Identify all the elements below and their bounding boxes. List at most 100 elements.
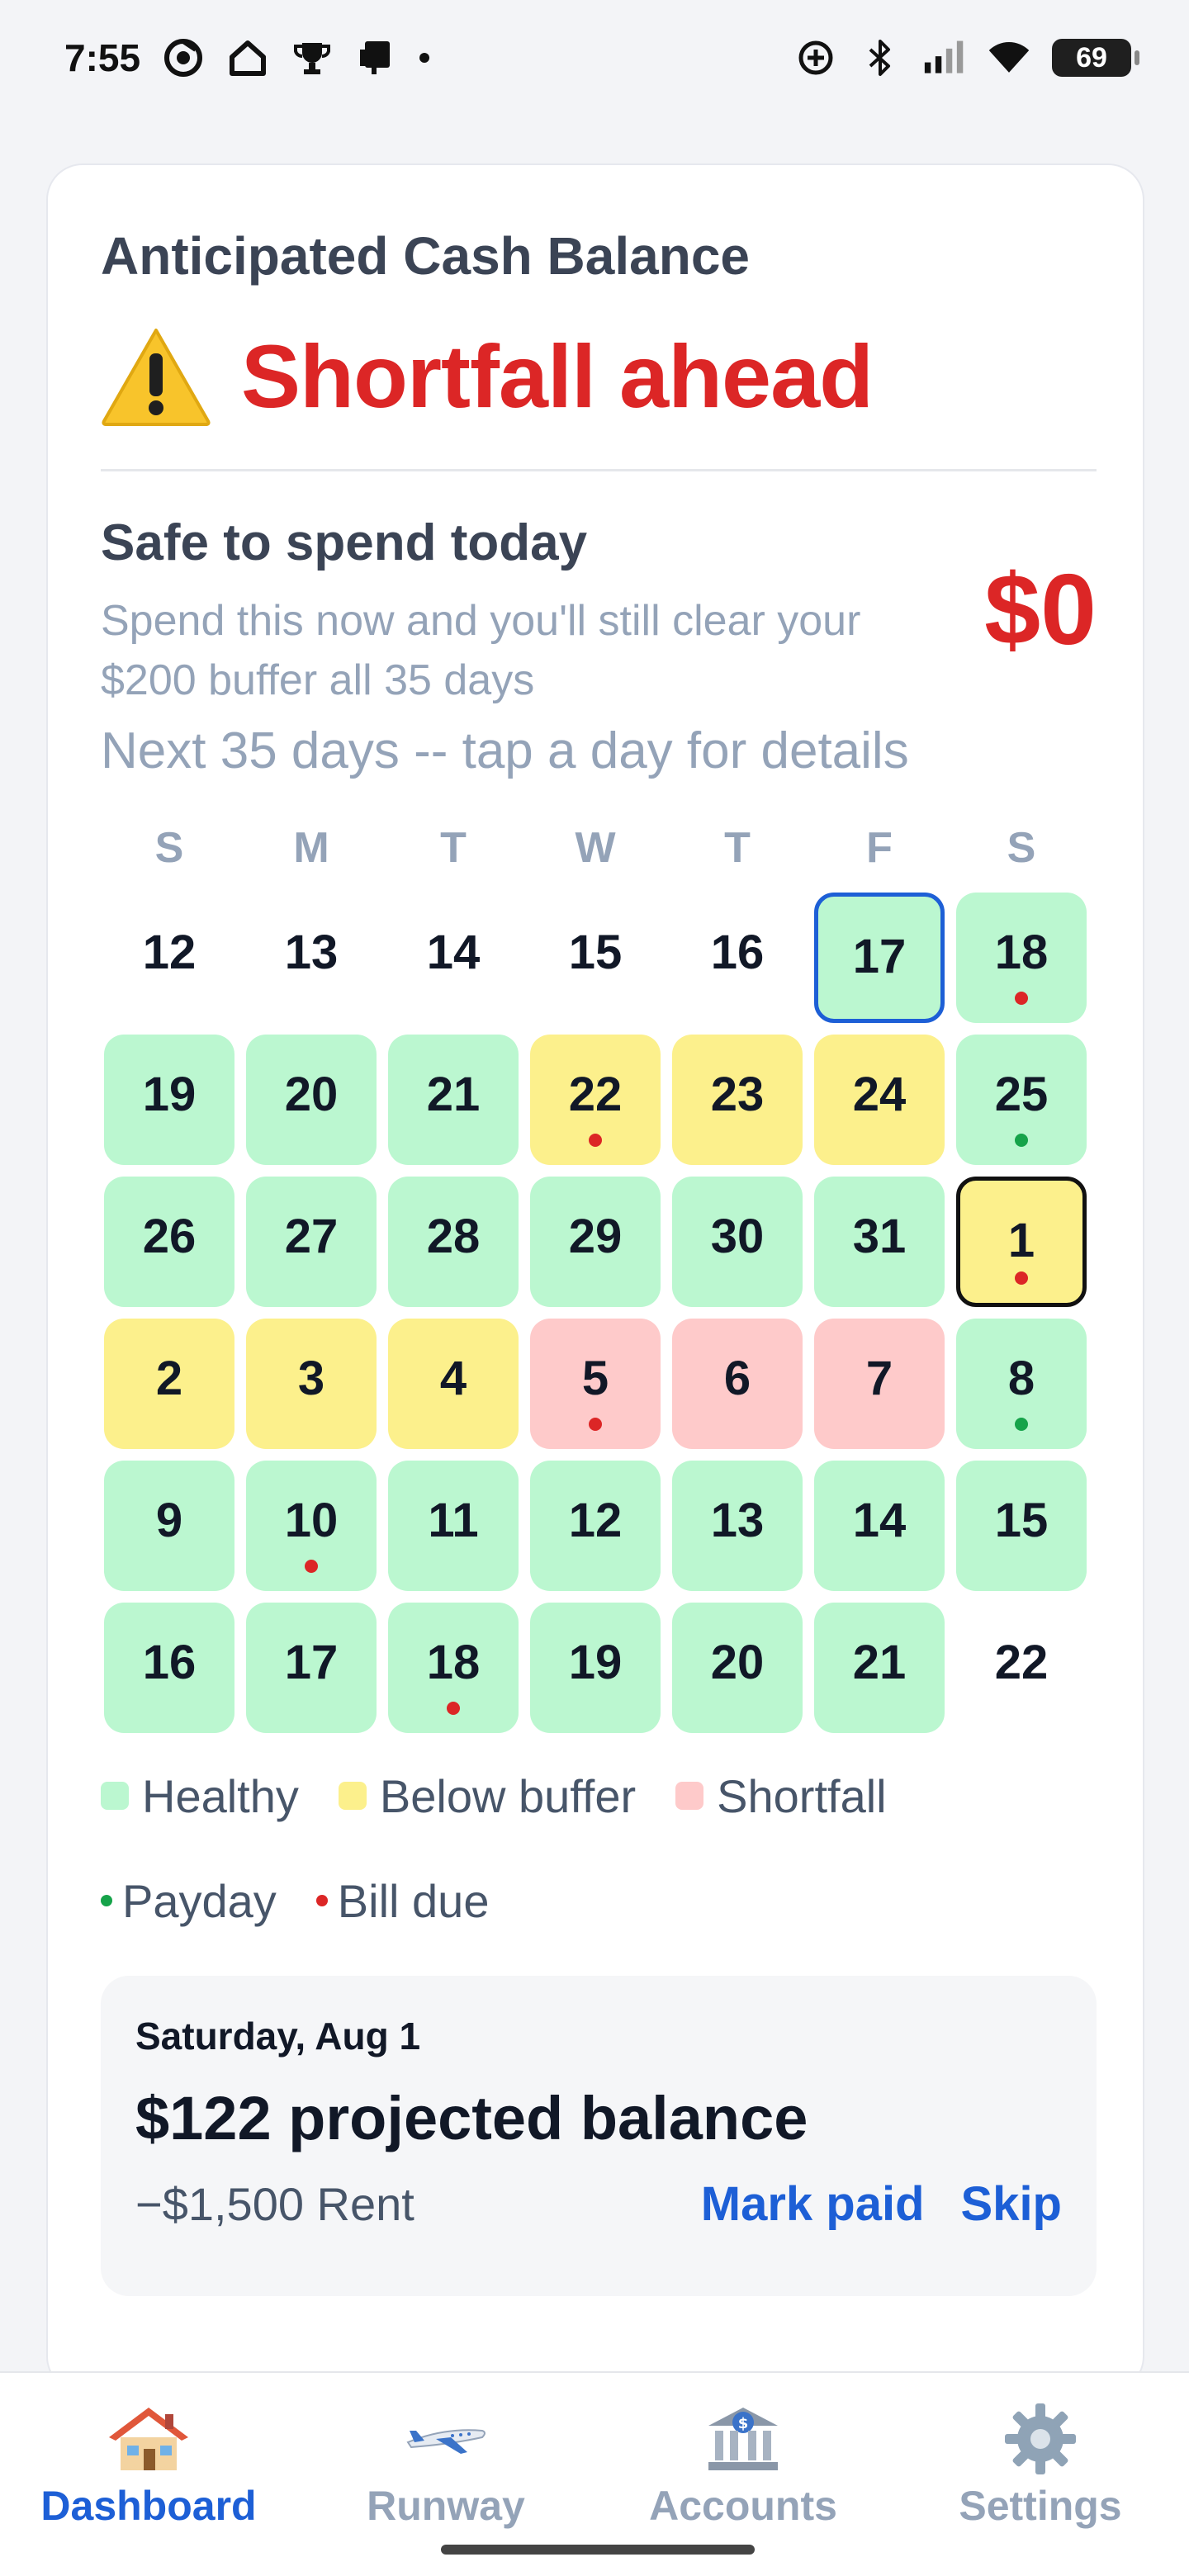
day-number: 28 — [426, 1209, 481, 1263]
calendar-day[interactable]: 16 — [104, 1602, 234, 1733]
day-number: 5 — [581, 1351, 609, 1405]
weekday-label: F — [866, 823, 893, 872]
day-number: 19 — [142, 1067, 197, 1121]
calendar-day[interactable]: 10 — [246, 1460, 377, 1591]
nav-runway-label: Runway — [367, 2483, 525, 2529]
safe-to-spend-amount: $0 — [984, 553, 1097, 665]
calendar-day[interactable]: 27 — [246, 1176, 377, 1307]
payday-dot-icon — [1015, 1417, 1028, 1431]
calendar-day[interactable]: 12 — [530, 1460, 661, 1591]
calendar-day[interactable]: 21 — [814, 1602, 945, 1733]
calendar-day[interactable]: 18 — [956, 892, 1087, 1023]
calendar-day[interactable]: 31 — [814, 1176, 945, 1307]
day-number: 19 — [568, 1635, 623, 1689]
nav-dashboard-label: Dashboard — [40, 2483, 257, 2529]
safe-to-spend-row: Safe to spend today Spend this now and y… — [101, 518, 1097, 711]
weekday-label: M — [293, 823, 329, 872]
calendar-day[interactable]: 8 — [956, 1318, 1087, 1449]
day-number: 14 — [852, 1493, 907, 1547]
calendar-day[interactable]: 15 — [530, 893, 661, 1023]
calendar-day[interactable]: 26 — [104, 1176, 234, 1307]
day-number: 12 — [142, 925, 197, 979]
status-legend: Healthy Below buffer Shortfall — [101, 1769, 1090, 1823]
calendar-day[interactable]: 5 — [530, 1318, 661, 1449]
day-number: 29 — [568, 1209, 623, 1263]
calendar-day[interactable]: 22 — [956, 1603, 1087, 1733]
day-number: 4 — [439, 1351, 467, 1405]
calendar-day[interactable]: 16 — [672, 893, 803, 1023]
day-number: 22 — [994, 1635, 1049, 1689]
calendar-day[interactable]: 3 — [246, 1318, 377, 1449]
calendar-day[interactable]: 6 — [672, 1318, 803, 1449]
calendar-day[interactable]: 9 — [104, 1460, 234, 1591]
day-number: 20 — [284, 1067, 339, 1121]
day-number: 26 — [142, 1209, 197, 1263]
calendar-day-today[interactable]: 17 — [814, 892, 945, 1023]
calendar-day[interactable]: 7 — [814, 1318, 945, 1449]
calendar-day[interactable]: 19 — [530, 1602, 661, 1733]
calendar-day[interactable]: 13 — [246, 893, 377, 1023]
nav-settings[interactable]: Settings — [892, 2373, 1189, 2576]
day-number: 25 — [994, 1067, 1049, 1121]
day-number: 20 — [710, 1635, 765, 1689]
wifi-icon — [988, 36, 1030, 79]
calendar-day[interactable]: 18 — [388, 1602, 519, 1733]
calendar-day[interactable]: 21 — [388, 1034, 519, 1165]
bill-dot-icon — [315, 1895, 328, 1906]
weekday-label: S — [154, 823, 184, 872]
calendar-day[interactable]: 28 — [388, 1176, 519, 1307]
bluetooth-icon — [859, 36, 902, 79]
weekday-label: T — [724, 823, 751, 872]
status-bar: 7:55 69 — [0, 0, 1189, 116]
detail-bill-row: −$1,500 Rent Mark paid Skip — [135, 2176, 1062, 2232]
calendar-day[interactable]: 20 — [246, 1034, 377, 1165]
calendar-day[interactable]: 24 — [814, 1034, 945, 1165]
calendar-day[interactable]: 14 — [814, 1460, 945, 1591]
skip-button[interactable]: Skip — [961, 2176, 1063, 2232]
safe-to-spend-text: Safe to spend today Spend this now and y… — [101, 518, 893, 711]
add-circle-icon — [794, 36, 837, 79]
nav-dashboard[interactable]: Dashboard — [0, 2373, 297, 2576]
calendar-day[interactable]: 13 — [672, 1460, 803, 1591]
marker-legend: Payday Bill due — [101, 1874, 1090, 1928]
legend-below-buffer: Below buffer — [338, 1769, 636, 1823]
day-number: 14 — [426, 925, 481, 979]
calendar-day[interactable]: 14 — [388, 893, 519, 1023]
home-indicator[interactable] — [441, 2545, 755, 2555]
day-number: 6 — [723, 1351, 751, 1405]
calendar-day[interactable]: 17 — [246, 1602, 377, 1733]
calendar-day[interactable]: 29 — [530, 1176, 661, 1307]
trophy-icon — [291, 36, 334, 79]
day-number: 10 — [284, 1493, 339, 1547]
below-buffer-swatch — [338, 1782, 367, 1810]
calendar-day[interactable]: 25 — [956, 1034, 1087, 1165]
card-title: Anticipated Cash Balance — [101, 226, 750, 286]
calendar-day[interactable]: 23 — [672, 1034, 803, 1165]
calendar-day[interactable]: 22 — [530, 1034, 661, 1165]
payday-dot-icon — [101, 1895, 112, 1906]
calendar-day-selected[interactable]: 1 — [956, 1176, 1087, 1307]
calendar-day[interactable]: 11 — [388, 1460, 519, 1591]
calendar-day[interactable]: 15 — [956, 1460, 1087, 1591]
calendar-day[interactable]: 12 — [104, 893, 234, 1023]
legend-healthy: Healthy — [101, 1769, 299, 1823]
weekday-label: W — [575, 823, 616, 872]
day-number: 16 — [142, 1635, 197, 1689]
day-number: 11 — [428, 1493, 479, 1547]
calendar-day[interactable]: 4 — [388, 1318, 519, 1449]
detail-bill: −$1,500 Rent — [135, 2177, 414, 2230]
calendar-day[interactable]: 2 — [104, 1318, 234, 1449]
day-number: 18 — [426, 1635, 481, 1689]
calendar-day[interactable]: 30 — [672, 1176, 803, 1307]
bill-dot-icon — [1015, 991, 1028, 1005]
nav-settings-label: Settings — [959, 2483, 1122, 2529]
calendar-day[interactable]: 20 — [672, 1602, 803, 1733]
notification-dot-icon — [419, 53, 430, 63]
day-number: 16 — [710, 925, 765, 979]
calendar-day[interactable]: 19 — [104, 1034, 234, 1165]
mark-paid-button[interactable]: Mark paid — [701, 2176, 925, 2232]
warning-icon — [101, 325, 211, 428]
day-number: 3 — [297, 1351, 325, 1405]
day-number: 9 — [155, 1493, 183, 1547]
calendar-instructions: Next 35 days -- tap a day for details — [101, 722, 909, 779]
